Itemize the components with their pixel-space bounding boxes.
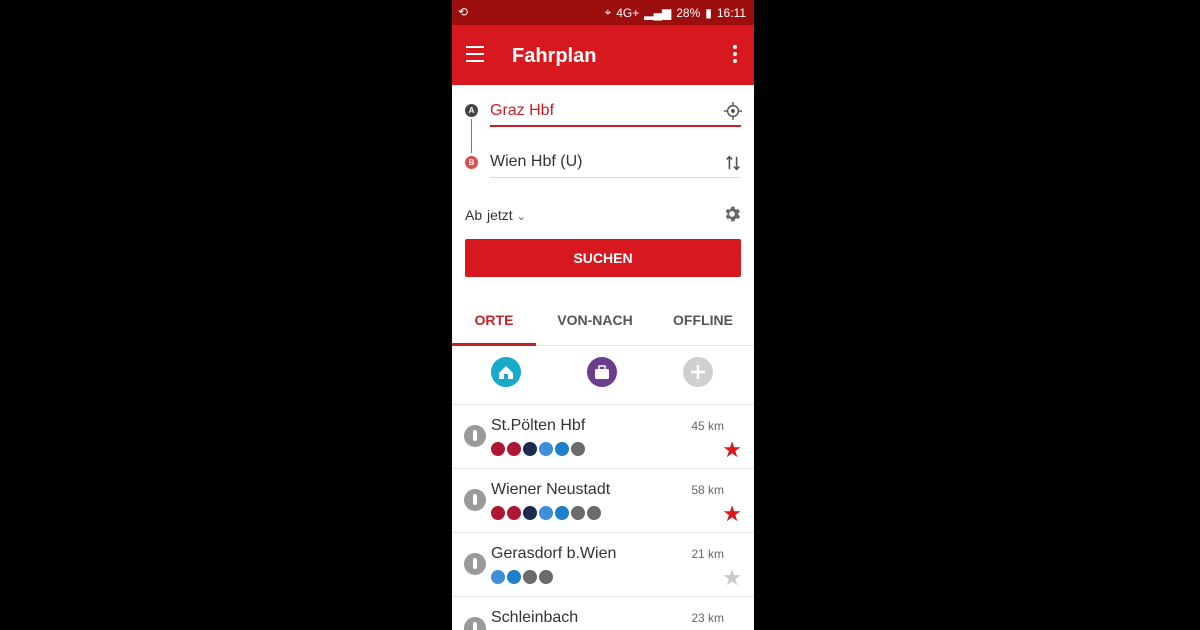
origin-marker-icon: A	[465, 104, 478, 117]
favorite-star-icon[interactable]: ★	[722, 501, 742, 527]
favorite-star-icon[interactable]: ★	[722, 437, 742, 463]
tab-von-nach[interactable]: VON-NACH	[552, 305, 638, 343]
tram-icon	[539, 442, 553, 456]
list-item[interactable]: Schleinbach 23 km	[452, 597, 754, 630]
destination-value: Wien Hbf (U)	[490, 153, 583, 170]
train-icon	[491, 442, 505, 456]
chevron-down-icon: ⌄	[516, 211, 526, 223]
route-connector	[471, 119, 472, 153]
gear-icon[interactable]	[722, 204, 742, 224]
app-bar: Fahrplan	[452, 25, 754, 85]
list-item[interactable]: Gerasdorf b.Wien 21 km ★	[452, 533, 754, 597]
transport-modes	[491, 506, 601, 520]
place-distance: 58 km	[691, 483, 724, 497]
station-pin-icon	[464, 489, 486, 511]
place-distance: 21 km	[691, 547, 724, 561]
destination-input[interactable]: Wien Hbf (U)	[490, 137, 741, 178]
overflow-menu-icon[interactable]	[733, 45, 739, 65]
other-transport-icon	[539, 570, 553, 584]
tab-offline[interactable]: OFFLINE	[664, 305, 742, 343]
work-icon[interactable]	[587, 357, 617, 387]
current-location-icon[interactable]	[724, 102, 742, 120]
departure-time-select[interactable]: jetzt ⌄	[487, 207, 526, 223]
transport-modes	[491, 570, 553, 584]
phone-screen: ⟲ ⌖ 4G+ ▂▄▆ 28% ▮ 16:11 Fahrplan A B Gra…	[452, 0, 754, 630]
quick-places	[452, 346, 754, 405]
destination-marker-icon: B	[465, 156, 478, 169]
trip-search-form: A B Graz Hbf Wien Hbf (U) Ab jetzt ⌄ SUC…	[452, 85, 754, 305]
origin-value: Graz Hbf	[490, 102, 555, 119]
regional-bus-icon	[571, 506, 585, 520]
sync-icon: ⟲	[458, 5, 469, 19]
favorite-star-icon[interactable]: ★	[722, 565, 742, 591]
station-pin-icon	[464, 553, 486, 575]
place-name: Schleinbach	[491, 609, 579, 626]
battery-percent: 28%	[676, 5, 701, 20]
add-place-icon[interactable]	[683, 357, 713, 387]
home-icon[interactable]	[491, 357, 521, 387]
page-title: Fahrplan	[512, 45, 597, 67]
sbahn-icon	[507, 570, 521, 584]
regional-bus-icon	[571, 442, 585, 456]
origin-input[interactable]: Graz Hbf	[490, 85, 741, 127]
place-name: St.Pölten Hbf	[491, 417, 586, 434]
train-icon	[507, 506, 521, 520]
sbahn-icon	[555, 506, 569, 520]
tram-icon	[539, 506, 553, 520]
list-item[interactable]: St.Pölten Hbf 45 km ★	[452, 405, 754, 469]
signal-icon: ▂▄▆	[644, 5, 672, 20]
departure-label: Ab	[465, 207, 483, 223]
menu-icon[interactable]	[466, 46, 484, 62]
train-icon	[491, 506, 505, 520]
place-distance: 45 km	[691, 419, 724, 433]
list-item[interactable]: Wiener Neustadt 58 km ★	[452, 469, 754, 533]
regional-bus-icon	[523, 570, 537, 584]
status-bar: ⟲ ⌖ 4G+ ▂▄▆ 28% ▮ 16:11	[452, 0, 754, 25]
place-distance: 23 km	[691, 611, 724, 625]
tram-icon	[491, 570, 505, 584]
place-name: Wiener Neustadt	[491, 481, 611, 498]
battery-icon: ▮	[705, 5, 712, 20]
tab-bar: ORTE VON-NACH OFFLINE	[452, 305, 754, 346]
tab-orte[interactable]: ORTE	[452, 305, 536, 346]
swap-icon[interactable]	[724, 154, 742, 172]
transport-modes	[491, 442, 585, 456]
search-button[interactable]: SUCHEN	[465, 239, 741, 277]
network-indicator: 4G+	[616, 5, 640, 20]
other-transport-icon	[587, 506, 601, 520]
sbahn-icon	[555, 442, 569, 456]
bus-icon	[523, 506, 537, 520]
location-icon: ⌖	[604, 5, 612, 19]
station-pin-icon	[464, 617, 486, 630]
place-list: St.Pölten Hbf 45 km ★ Wiener Neustadt 58…	[452, 405, 754, 630]
bus-icon	[523, 442, 537, 456]
train-icon	[507, 442, 521, 456]
place-name: Gerasdorf b.Wien	[491, 545, 617, 562]
clock: 16:11	[716, 5, 746, 20]
departure-time-value: jetzt	[487, 207, 513, 223]
station-pin-icon	[464, 425, 486, 447]
